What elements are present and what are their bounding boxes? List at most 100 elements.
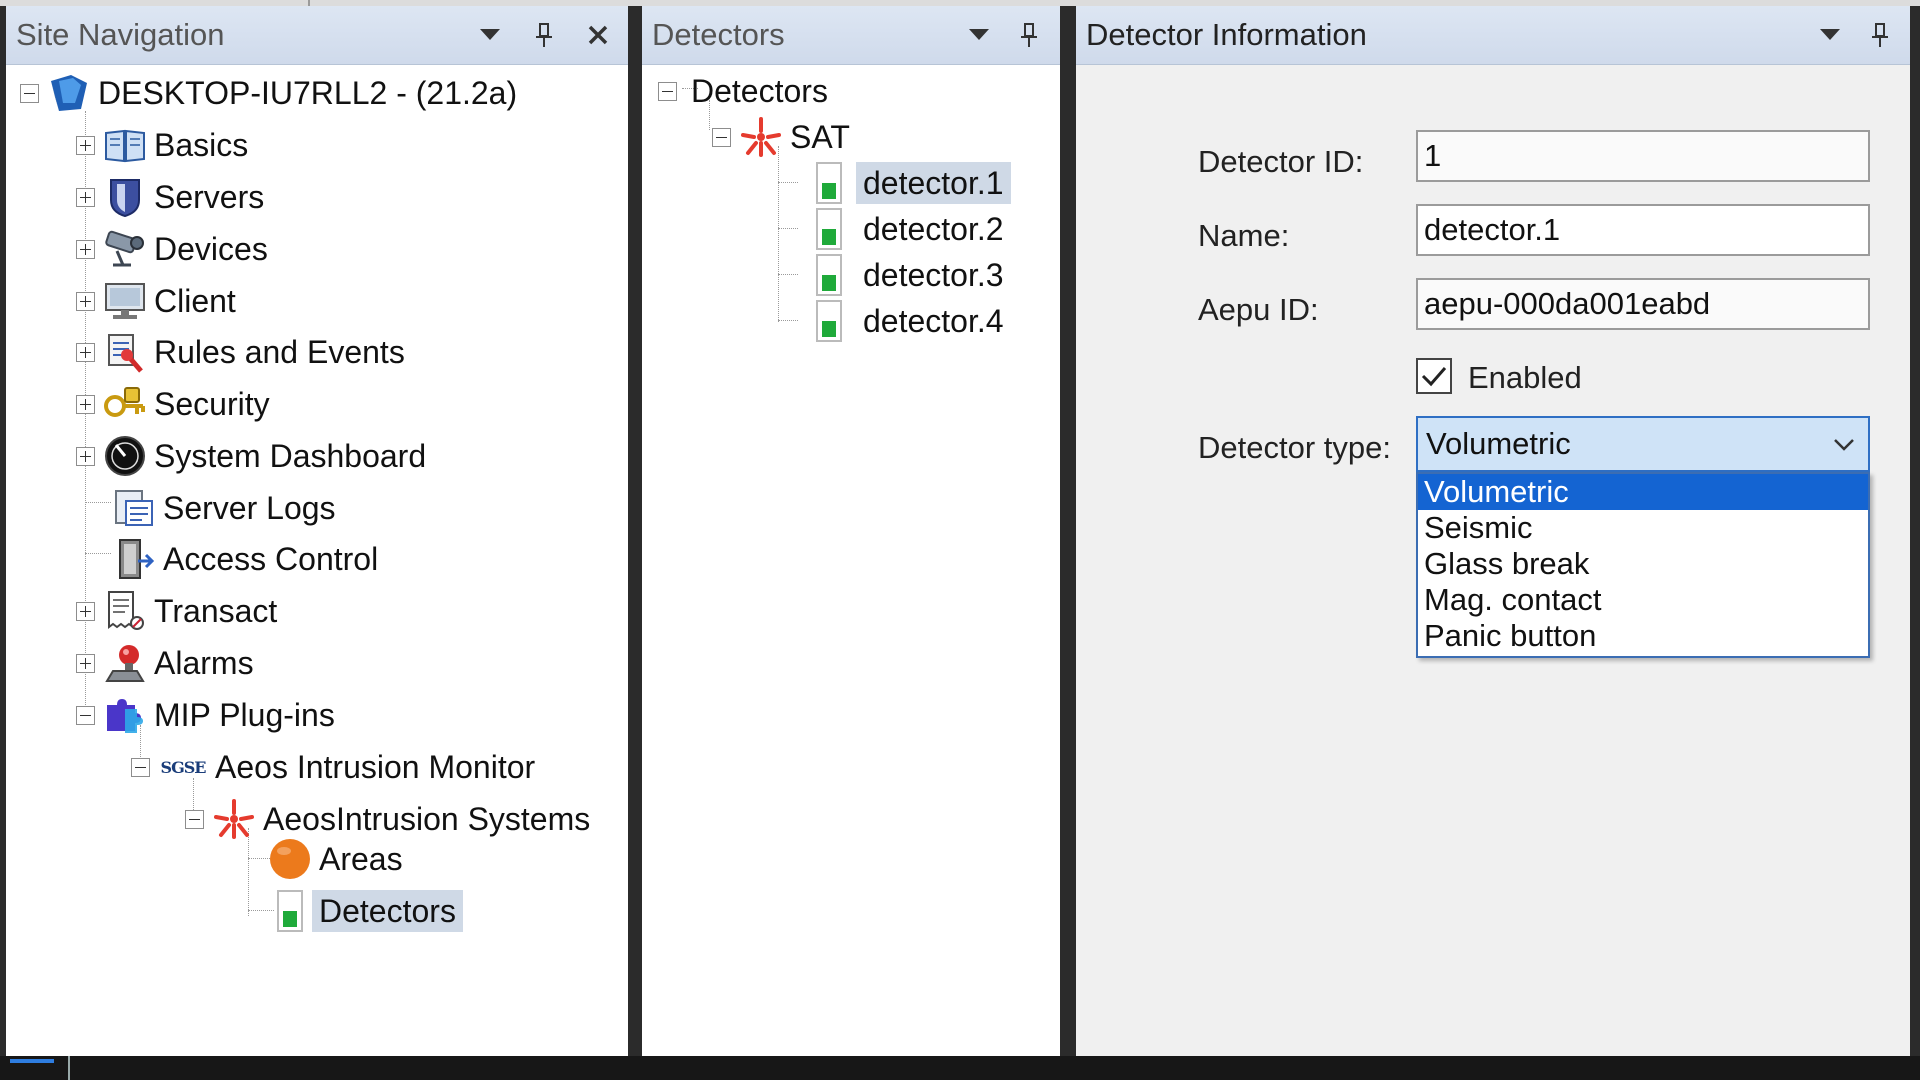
detector-icon [814,207,844,251]
tree-line [778,182,798,183]
detector-type-label: Detector type: [1198,430,1391,465]
expand-icon[interactable] [76,653,95,673]
tree-root-node[interactable]: DESKTOP-IU7RLL2 - (21.2a) [20,70,524,116]
sidebar-item-label: Server Logs [163,490,336,526]
detector-list-item[interactable]: detector.2 [814,206,1011,252]
expand-icon[interactable] [76,342,95,362]
detector-id-label: Detector ID: [1198,144,1364,179]
option-mag-contact[interactable]: Mag. contact [1418,582,1868,618]
tree-node-label: AeosIntrusion Systems [263,801,591,837]
sidebar-item-devices[interactable]: Devices [76,226,275,272]
expand-icon[interactable] [76,135,95,155]
tree-line [778,146,779,322]
taskbar-separator [68,1056,70,1080]
detectors-root-node[interactable]: Detectors [658,68,835,114]
rules-icon [103,330,147,374]
star-burst-icon [212,797,256,841]
expand-icon[interactable] [76,239,95,259]
sidebar-item-mip-plug-ins[interactable]: MIP Plug-ins [76,692,342,738]
server-logo-icon [47,71,91,115]
detector-group-label: SAT [790,119,850,155]
sidebar-item-access-control[interactable]: Access Control [104,536,385,582]
sidebar-item-alarms[interactable]: Alarms [76,640,261,686]
detector-label: detector.3 [863,257,1004,293]
site-navigation-title: Site Navigation [16,17,225,52]
sidebar-item-security[interactable]: Security [76,381,277,427]
checkmark-icon [1421,367,1447,387]
collapse-icon[interactable] [712,127,731,147]
tree-line [778,320,798,321]
taskbar-indicator [10,1059,54,1063]
dropdown-arrow-icon[interactable] [959,6,999,64]
chevron-down-icon [1834,439,1854,451]
expand-icon[interactable] [76,446,95,466]
sidebar-item-label: Devices [154,231,268,267]
enabled-label: Enabled [1468,360,1582,395]
option-panic-button[interactable]: Panic button [1418,618,1868,654]
collapse-icon[interactable] [131,757,150,777]
tree-node-detectors[interactable]: Detectors [268,888,463,934]
sidebar-item-rules-and-events[interactable]: Rules and Events [76,329,412,375]
puzzle-icon [103,693,147,737]
log-icon [112,486,156,530]
expand-icon[interactable] [76,187,95,207]
detector-type-select[interactable]: Volumetric [1416,416,1870,472]
detector-group-sat[interactable]: SAT [712,114,857,160]
tree-line [778,228,798,229]
monitor-icon [103,279,147,323]
siren-icon [103,641,147,685]
detector-icon [814,253,844,297]
site-navigation-panel: Site Navigation DESKTOP-IU7RLL2 - (21.2a… [6,6,628,1056]
detectors-title: Detectors [652,17,785,52]
tree-node-label: Areas [319,841,403,877]
pin-icon[interactable] [1009,6,1049,64]
detector-list-item[interactable]: detector.3 [814,252,1011,298]
sidebar-item-label: System Dashboard [154,438,427,474]
enabled-checkbox[interactable] [1416,358,1452,394]
detector-list-item[interactable]: detector.4 [814,298,1011,344]
detector-label: detector.1 [856,162,1011,204]
star-burst-icon [739,115,783,159]
sidebar-item-label: Basics [154,127,249,163]
receipt-icon [103,589,147,633]
sidebar-item-servers[interactable]: Servers [76,174,271,220]
door-icon [112,537,156,581]
name-field[interactable]: detector.1 [1416,204,1870,256]
dropdown-arrow-icon[interactable] [1810,6,1850,64]
option-glass-break[interactable]: Glass break [1418,546,1868,582]
dropdown-arrow-icon[interactable] [470,6,510,64]
gauge-icon [103,434,147,478]
detector-list-item[interactable]: detector.1 [814,160,1011,206]
tree-node-aeos-intrusion-monitor[interactable]: SGSE Aeos Intrusion Monitor [131,744,542,790]
collapse-icon[interactable] [20,83,39,103]
collapse-icon[interactable] [658,81,677,101]
keys-icon [103,382,147,426]
option-volumetric[interactable]: Volumetric [1418,474,1868,510]
expand-icon[interactable] [76,394,95,414]
detector-icon [268,889,312,933]
expand-icon[interactable] [76,291,95,311]
site-navigation-header: Site Navigation [6,6,628,65]
pin-icon[interactable] [1860,6,1900,64]
sidebar-item-label: Transact [154,593,278,629]
pin-icon[interactable] [524,6,564,64]
tree-node-areas[interactable]: Areas [268,836,410,882]
option-seismic[interactable]: Seismic [1418,510,1868,546]
sidebar-item-transact[interactable]: Transact [76,588,284,634]
camera-icon [103,227,147,271]
collapse-icon[interactable] [185,809,204,829]
sidebar-item-server-logs[interactable]: Server Logs [104,485,343,531]
sidebar-item-system-dashboard[interactable]: System Dashboard [76,433,433,479]
collapse-icon[interactable] [76,705,95,725]
aepu-id-field: aepu-000da001eabd [1416,278,1870,330]
sidebar-item-label: Rules and Events [154,334,405,370]
tree-node-label: Aeos Intrusion Monitor [215,749,536,785]
sidebar-item-label: Servers [154,179,265,215]
sidebar-item-basics[interactable]: Basics [76,122,255,168]
orange-circle-icon [268,837,312,881]
sidebar-item-client[interactable]: Client [76,278,243,324]
detector-information-panel: Detector Information Detector ID: 1 Name… [1076,6,1910,1056]
sidebar-item-label: Alarms [154,645,254,681]
expand-icon[interactable] [76,601,95,621]
close-icon[interactable] [578,6,618,64]
